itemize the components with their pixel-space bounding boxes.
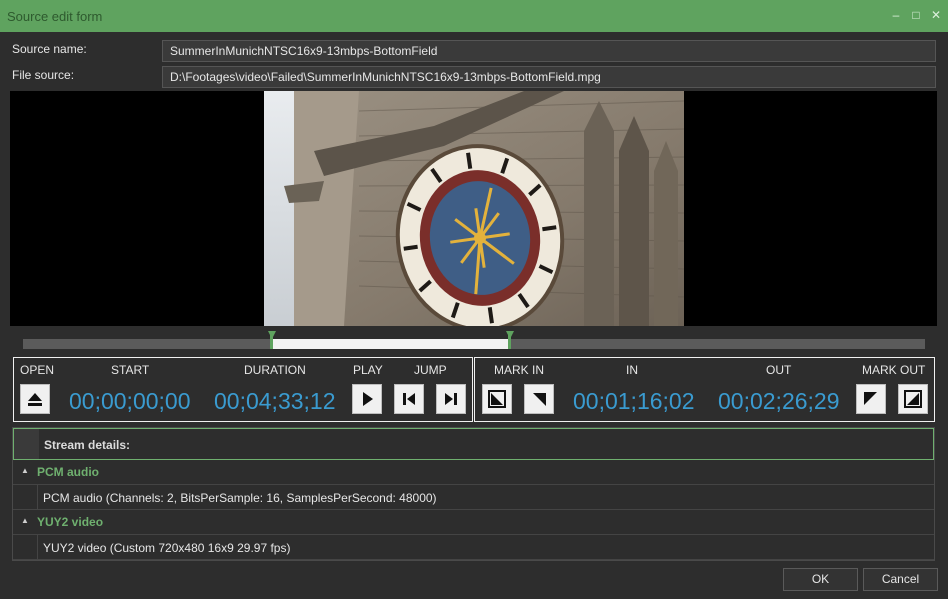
stream-group-audio[interactable]: ▲ PCM audio xyxy=(13,460,934,484)
stream-item-audio[interactable]: PCM audio (Channels: 2, BitsPerSample: 1… xyxy=(13,484,934,510)
jump-label: JUMP xyxy=(414,363,447,377)
maximize-icon[interactable]: □ xyxy=(909,8,923,22)
go-to-out-icon xyxy=(864,392,877,405)
mark-in-label: MARK IN xyxy=(494,363,545,377)
out-label: OUT xyxy=(766,363,792,377)
play-label: PLAY xyxy=(353,363,383,377)
mark-in-icon xyxy=(488,390,506,408)
go-to-out-button[interactable] xyxy=(856,384,886,414)
skip-forward-icon xyxy=(445,393,457,405)
source-name-input[interactable]: SummerInMunichNTSC16x9-13mbps-BottomFiel… xyxy=(162,40,936,62)
eject-icon xyxy=(28,393,42,406)
open-button[interactable] xyxy=(20,384,50,414)
video-frame xyxy=(264,91,684,326)
row-gutter xyxy=(13,535,38,559)
source-name-label: Source name: xyxy=(12,42,87,56)
stream-group-label: PCM audio xyxy=(37,465,99,479)
stream-group-label: YUY2 video xyxy=(37,515,104,529)
video-preview xyxy=(10,91,937,326)
stream-group-video[interactable]: ▲ YUY2 video xyxy=(13,510,934,534)
duration-timecode: 00;04;33;12 xyxy=(214,388,336,414)
title-bar: Source edit form – □ ✕ xyxy=(0,0,948,32)
in-label: IN xyxy=(626,363,638,377)
marks-panel: MARK IN IN OUT MARK OUT 00;01;16;02 00;0… xyxy=(474,357,935,422)
cancel-button[interactable]: Cancel xyxy=(863,568,938,591)
file-source-label: File source: xyxy=(12,68,75,82)
duration-label: DURATION xyxy=(244,363,306,377)
transport-panel: OPEN START DURATION PLAY JUMP 00;00;00;0… xyxy=(13,357,473,422)
stream-item-video[interactable]: YUY2 video (Custom 720x480 16x9 29.97 fp… xyxy=(13,534,934,560)
file-source-input[interactable]: D:\Footages\video\Failed\SummerInMunichN… xyxy=(162,66,936,88)
in-marker-line xyxy=(270,331,273,349)
start-timecode: 00;00;00;00 xyxy=(69,388,191,414)
go-to-in-button[interactable] xyxy=(524,384,554,414)
mark-out-icon xyxy=(904,390,922,408)
mark-in-button[interactable] xyxy=(482,384,512,414)
header-gutter xyxy=(14,429,39,459)
jump-back-button[interactable] xyxy=(394,384,424,414)
ok-button[interactable]: OK xyxy=(783,568,858,591)
mark-out-button[interactable] xyxy=(898,384,928,414)
collapse-arrow-icon[interactable]: ▲ xyxy=(21,466,29,475)
skip-back-icon xyxy=(403,393,415,405)
mark-out-label: MARK OUT xyxy=(862,363,926,377)
stream-details-title: Stream details: xyxy=(44,438,131,452)
in-timecode: 00;01;16;02 xyxy=(573,388,695,414)
window-title: Source edit form xyxy=(7,9,103,24)
out-timecode: 00;02;26;29 xyxy=(718,388,840,414)
stream-item-label: YUY2 video (Custom 720x480 16x9 29.97 fp… xyxy=(43,541,291,555)
go-to-in-icon xyxy=(533,393,546,406)
play-icon xyxy=(363,392,373,406)
start-label: START xyxy=(111,363,150,377)
open-label: OPEN xyxy=(20,363,55,377)
timeline-track[interactable] xyxy=(23,331,925,349)
play-button[interactable] xyxy=(352,384,382,414)
stream-item-label: PCM audio (Channels: 2, BitsPerSample: 1… xyxy=(43,491,437,505)
timeline-selection xyxy=(272,339,510,349)
row-gutter xyxy=(13,485,38,509)
minimize-icon[interactable]: – xyxy=(889,8,903,22)
close-icon[interactable]: ✕ xyxy=(929,8,943,22)
jump-forward-button[interactable] xyxy=(436,384,466,414)
stream-details-list: Stream details: ▲ PCM audio PCM audio (C… xyxy=(12,427,935,561)
out-marker-line xyxy=(508,331,511,349)
stream-details-header: Stream details: xyxy=(13,428,934,460)
collapse-arrow-icon[interactable]: ▲ xyxy=(21,516,29,525)
clock-tower-image xyxy=(264,91,684,326)
